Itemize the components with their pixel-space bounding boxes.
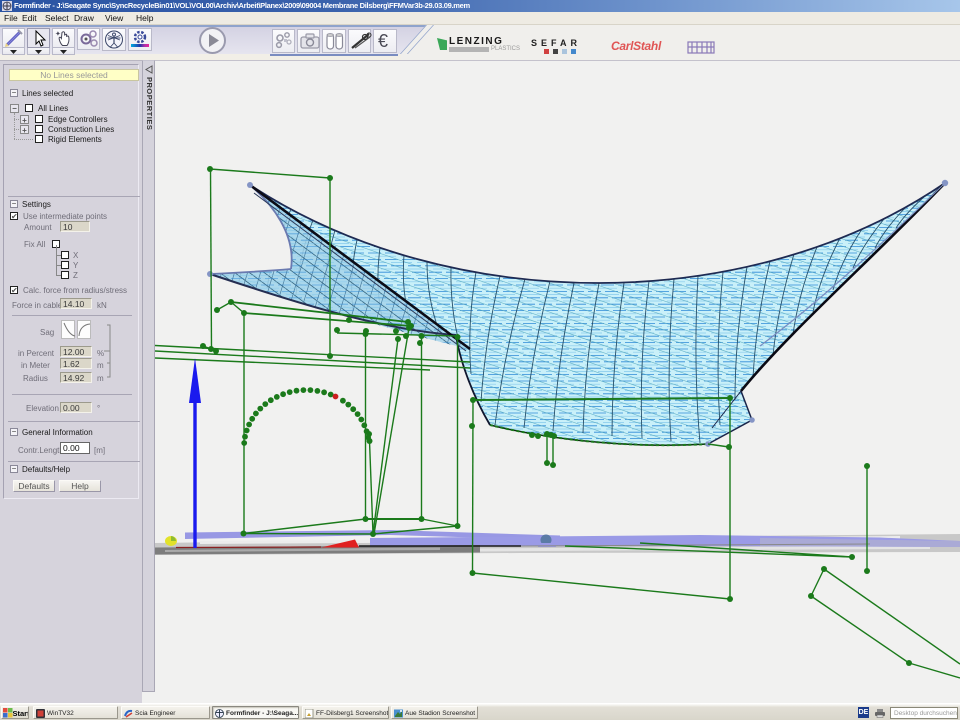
svg-text:€: € — [378, 31, 388, 51]
